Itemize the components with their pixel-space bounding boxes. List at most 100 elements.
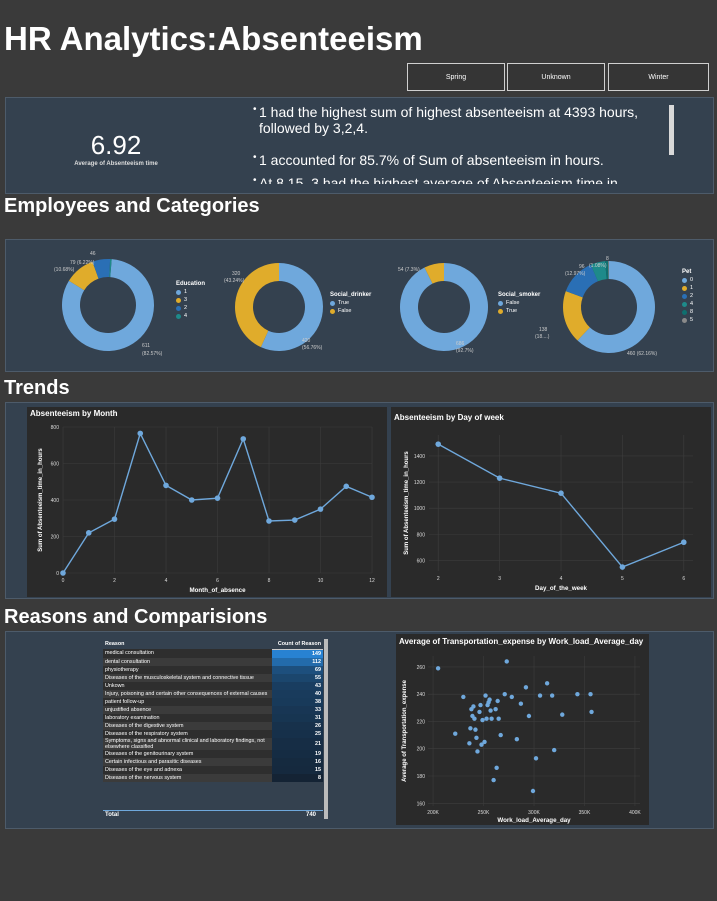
pet-donut[interactable]: 8 (1.08%) 96 (12.97%) 138 (18....) 460 (… <box>531 245 681 370</box>
table-row[interactable]: Injury, poisoning and certain other cons… <box>103 689 323 698</box>
kpi-value: 6.92 <box>90 130 142 160</box>
scatter-point <box>478 702 483 708</box>
scatter-point <box>575 691 580 697</box>
reason-cell: laboratory examination <box>105 714 160 721</box>
x-tick-label: 300K <box>528 810 540 816</box>
y-axis-label: Sum of Absenteeism_time_in_hours <box>38 448 44 552</box>
scatter-point <box>488 708 493 713</box>
reason-cell: medical consultation <box>105 650 154 657</box>
donut-label: 420 <box>302 338 311 344</box>
reason-cell: Diseases of the nervous system <box>105 774 182 781</box>
reason-cell: Injury, poisoning and certain other cons… <box>105 690 268 697</box>
donut-label: (43.24%) <box>224 278 245 284</box>
x-tick-label: 6 <box>682 576 685 582</box>
total-value: 740 <box>306 812 317 818</box>
table-divider <box>103 810 323 811</box>
weekday-line-chart: 600 800 1000 1200 1400 2 3 4 5 6 Day_of_the_week Su… <box>404 435 693 592</box>
data-point <box>214 495 221 501</box>
table-row[interactable]: Diseases of the digestive system 26 <box>103 721 323 730</box>
scatter-point <box>471 704 476 709</box>
legend-item: 8 <box>682 309 693 315</box>
table-row[interactable]: Certain infectious and parasitic disease… <box>103 757 323 766</box>
scatter-point <box>514 736 520 742</box>
table-scrollbar[interactable] <box>324 639 328 819</box>
count-cell: 25 <box>272 729 323 738</box>
scatter-point <box>489 716 494 721</box>
weekday-chart[interactable]: Absenteeism by Day of week 600 800 1000 120… <box>391 407 711 597</box>
insight-1: 1 had the highest sum of highest absente… <box>259 104 639 136</box>
donut-label: 8 <box>606 256 609 262</box>
smart-narrative[interactable]: • 1 had the highest sum of highest absen… <box>253 104 671 184</box>
month-line-chart: 0 200 400 600 800 0 2 4 6 8 10 12 Month_of_absence Su… <box>38 425 375 594</box>
month-chart[interactable]: Absenteeism by Month 0 200 400 600 800 0 2 4 6 8 1… <box>27 407 387 597</box>
data-point <box>163 482 169 489</box>
x-tick-label: 8 <box>268 578 271 584</box>
education-donut[interactable]: 46 79 (6.22%) (10.68%) 611 (82.57%) <box>46 245 176 370</box>
bullet-dot: • <box>253 175 257 184</box>
reason-cell: Diseases of the musculoskeletal system a… <box>105 674 254 681</box>
table-row[interactable]: physiotherapy 69 <box>103 665 323 674</box>
slicer-winter-button[interactable]: Winter <box>608 63 709 91</box>
legend-title: Pet <box>682 269 692 275</box>
y-tick-label: 160 <box>417 801 426 807</box>
count-cell: 26 <box>272 721 323 730</box>
count-cell: 16 <box>272 757 323 766</box>
social-smoker-donut[interactable]: 54 (7.3%) 686 (92.7%) <box>394 245 504 370</box>
y-axis-label: Sum of Absenteeism_time_in_hours <box>404 451 410 555</box>
data-point <box>188 497 195 503</box>
page-title: HR Analytics:Absenteeism <box>4 20 423 57</box>
scatter-point <box>589 709 594 715</box>
table-row[interactable]: medical consultation 149 <box>103 649 323 658</box>
scatter-point <box>494 765 499 771</box>
scatter-point <box>533 756 539 761</box>
count-cell: 19 <box>272 749 323 758</box>
x-tick-label: 0 <box>62 578 65 584</box>
section-reasons-title: Reasons and Comparisions <box>4 606 268 628</box>
donut-label: (82.57%) <box>142 351 163 357</box>
y-tick-label: 180 <box>417 774 426 780</box>
donut-label: (56.76%) <box>302 345 323 351</box>
table-row[interactable]: unjustified absence 33 <box>103 705 323 714</box>
slicer-spring-button[interactable]: Spring <box>407 63 505 91</box>
data-point <box>435 441 442 447</box>
social-drinker-legend: Social_drinker True False <box>330 292 371 314</box>
legend-item: 5 <box>682 317 693 323</box>
scatter-point <box>504 659 509 664</box>
y-tick-label: 1200 <box>414 480 425 486</box>
social-drinker-donut[interactable]: 320 (43.24%) 420 (56.76%) <box>224 245 334 370</box>
table-row[interactable]: Unkown 43 <box>103 681 323 690</box>
scatter-point <box>496 716 501 721</box>
reasons-table[interactable]: Reason Count of Reason medical consultat… <box>103 639 331 824</box>
insight-3: At 8.15, 3 had the highest average of Ab… <box>259 175 618 184</box>
table-row[interactable]: Diseases of the genitourinary system 19 <box>103 749 323 758</box>
scatter-point <box>473 727 478 732</box>
table-row[interactable]: Symptoms, signs and abnormal clinical an… <box>103 737 323 750</box>
scrollbar-thumb[interactable] <box>669 105 674 155</box>
slicer-unknown-button[interactable]: Unknown <box>507 63 605 91</box>
table-row[interactable]: patient follow-up 38 <box>103 697 323 706</box>
table-row[interactable]: Diseases of the eye and adnexa 15 <box>103 765 323 774</box>
legend-item: 2 <box>682 293 693 299</box>
kpi-label: Average of Absenteeism time <box>74 161 158 167</box>
categories-panel: 46 79 (6.22%) (10.68%) 611 (82.57%) Educ… <box>5 239 714 372</box>
table-row[interactable]: Diseases of the musculoskeletal system a… <box>103 673 323 682</box>
table-row[interactable]: Diseases of the respiratory system 25 <box>103 729 323 738</box>
donut-label: (18....) <box>535 334 550 340</box>
legend-item: 2 <box>176 305 205 311</box>
x-tick-label: 2 <box>113 578 116 584</box>
count-cell: 38 <box>272 697 323 706</box>
table-row[interactable]: laboratory examination 31 <box>103 713 323 722</box>
scatter-point <box>560 712 565 717</box>
data-point <box>680 539 687 546</box>
scatter-point <box>523 685 529 690</box>
y-tick-label: 240 <box>417 692 426 698</box>
count-cell: 55 <box>272 673 323 682</box>
table-row[interactable]: dental consultation 112 <box>103 657 323 666</box>
reason-cell: Diseases of the digestive system <box>105 722 184 729</box>
section-employees-title: Employees and Categories <box>4 195 260 217</box>
scatter-point <box>495 698 500 704</box>
table-row[interactable]: Diseases of the nervous system 8 <box>103 773 323 782</box>
scatter-chart[interactable]: Average of Transportation_expense by Wor… <box>396 634 649 825</box>
reason-cell: Unkown <box>105 682 125 689</box>
scatter-point <box>502 691 507 697</box>
